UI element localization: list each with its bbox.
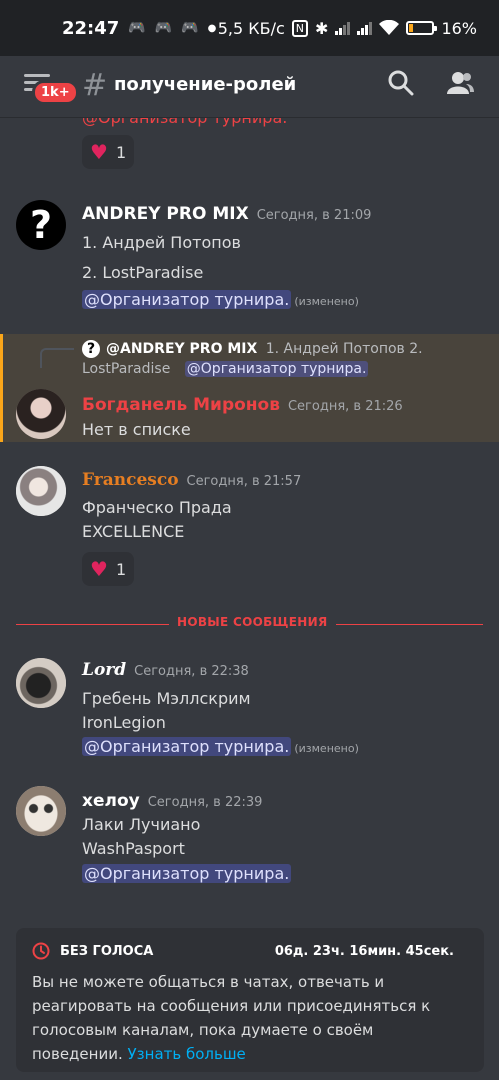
signal-icon — [335, 21, 351, 35]
message-text: IronLegion — [82, 713, 166, 732]
message-text: @Организатор турнира. (изменено) — [82, 290, 359, 309]
author-name[interactable]: Богданель Миронов — [82, 395, 280, 415]
author-name[interactable]: хелоу — [82, 791, 140, 811]
edited-label: (изменено) — [294, 295, 359, 308]
avatar[interactable] — [16, 786, 66, 836]
message-author[interactable]: Богданель Миронов Сегодня, в 21:26 — [82, 395, 403, 415]
message-text: Лаки Лучиано — [82, 815, 201, 834]
message-author[interactable]: хелоу Сегодня, в 22:39 — [82, 791, 262, 811]
clock-time: 22:47 — [62, 17, 120, 39]
message-author[interactable]: Lord Сегодня, в 22:38 — [82, 660, 249, 680]
mention[interactable]: @Организатор турнира. — [82, 290, 292, 309]
unread-badge: 1k+ — [32, 80, 79, 105]
reaction-heart[interactable]: ♥ 1 — [82, 552, 135, 586]
reaction-count: 1 — [115, 559, 127, 579]
author-name[interactable]: Lord — [82, 660, 126, 680]
message-timestamp: Сегодня, в 21:09 — [256, 208, 372, 223]
message-text: 1. Андрей Потопов — [82, 233, 241, 252]
message-text: 2. LostParadise — [82, 263, 204, 282]
reply-preview[interactable]: ? @ANDREY PRO MIX 1. Андрей Потопов 2. — [82, 340, 423, 358]
message-text: WashPasport — [82, 839, 185, 858]
network-speed: 5,5 КБ/с — [217, 18, 285, 38]
mention[interactable]: @Организатор турнира. — [82, 864, 292, 883]
avatar[interactable]: ? — [16, 200, 66, 250]
reply-author[interactable]: @ANDREY PRO MIX — [106, 341, 257, 357]
reply-preview-cont: LostParadise @Организатор турнира. — [82, 361, 369, 377]
heart-icon: ♥ — [90, 140, 108, 164]
avatar[interactable] — [16, 389, 66, 439]
reply-text: LostParadise — [82, 361, 171, 377]
message-text: Нет в списке — [82, 420, 191, 439]
hash-icon: # — [82, 68, 108, 103]
message-timestamp: Сегодня, в 21:26 — [287, 399, 403, 414]
message-text: @Организатор турнира. (изменено) — [82, 737, 359, 756]
author-name[interactable]: ANDREY PRO MIX — [82, 204, 249, 224]
reaction-heart[interactable]: ♥ 1 — [82, 135, 135, 169]
gamepad-icon: 🎮 — [128, 20, 146, 36]
dot-icon: ● — [207, 22, 217, 34]
mention[interactable]: @Организатор турнира. — [82, 737, 292, 756]
clock-icon — [32, 942, 50, 960]
search-icon[interactable] — [388, 70, 414, 96]
message-timestamp: Сегодня, в 22:38 — [134, 664, 249, 679]
avatar[interactable] — [16, 466, 66, 516]
avatar[interactable] — [16, 658, 66, 708]
avatar-photo — [16, 658, 66, 708]
message-author[interactable]: ANDREY PRO MIX Сегодня, в 21:09 — [82, 204, 371, 224]
message-timestamp: Сегодня, в 22:39 — [147, 795, 263, 810]
signal-icon — [357, 21, 373, 35]
avatar-photo — [16, 786, 66, 836]
nfc-icon: N — [291, 19, 309, 37]
wifi-icon — [379, 20, 400, 35]
avatar-photo — [16, 466, 66, 516]
message-text: Гребень Мэллскрим — [82, 689, 251, 708]
message-author[interactable]: Francesco Сегодня, в 21:57 — [82, 470, 301, 490]
new-messages-label: НОВЫЕ СООБЩЕНИЯ — [169, 615, 336, 629]
heart-icon: ♥ — [90, 557, 108, 581]
reply-connector — [40, 348, 74, 368]
reaction-count: 1 — [115, 142, 127, 162]
edited-label: (изменено) — [294, 742, 359, 755]
mention[interactable]: @Организатор турнира. — [184, 361, 369, 377]
gamepad-icon: 🎮 — [181, 20, 199, 36]
timeout-message: Вы не можете общаться в чатах, отвечать … — [32, 970, 432, 1066]
message-text: EXCELLENCE — [82, 522, 185, 541]
battery-percent: 16% — [441, 18, 477, 38]
members-icon[interactable] — [446, 70, 474, 96]
mention[interactable]: @Организатор турнира. — [82, 118, 287, 127]
status-bar: 22:47 🎮 🎮 🎮 ● 5,5 КБ/с N ✱ 16% — [0, 0, 499, 56]
timeout-countdown: 06д. 23ч. 16мин. 45сек. — [274, 943, 454, 959]
message-text: Франческо Прада — [82, 498, 232, 517]
question-icon: ? — [29, 203, 53, 247]
timeout-header: БЕЗ ГОЛОСА 06д. 23ч. 16мин. 45сек. — [32, 942, 468, 960]
reply-text: 1. Андрей Потопов 2. — [265, 341, 423, 357]
channel-header: 1k+ # получение-ролей — [0, 56, 499, 118]
timeout-banner: БЕЗ ГОЛОСА 06д. 23ч. 16мин. 45сек. Вы не… — [16, 928, 484, 1072]
question-icon: ? — [82, 340, 100, 358]
avatar-photo — [16, 389, 66, 439]
message-list[interactable]: @Организатор турнира. ♥ 1 ? ANDREY PRO M… — [0, 118, 499, 918]
battery-icon — [406, 21, 438, 35]
message-text: @Организатор турнира. — [82, 864, 292, 883]
timeout-title: БЕЗ ГОЛОСА — [60, 943, 154, 959]
channel-title: получение-ролей — [114, 74, 297, 95]
author-name[interactable]: Francesco — [82, 470, 179, 490]
learn-more-link[interactable]: Узнать больше — [128, 1045, 246, 1063]
gamepad-icon: 🎮 — [154, 20, 173, 36]
message-timestamp: Сегодня, в 21:57 — [186, 474, 302, 489]
bluetooth-icon: ✱ — [315, 18, 329, 38]
